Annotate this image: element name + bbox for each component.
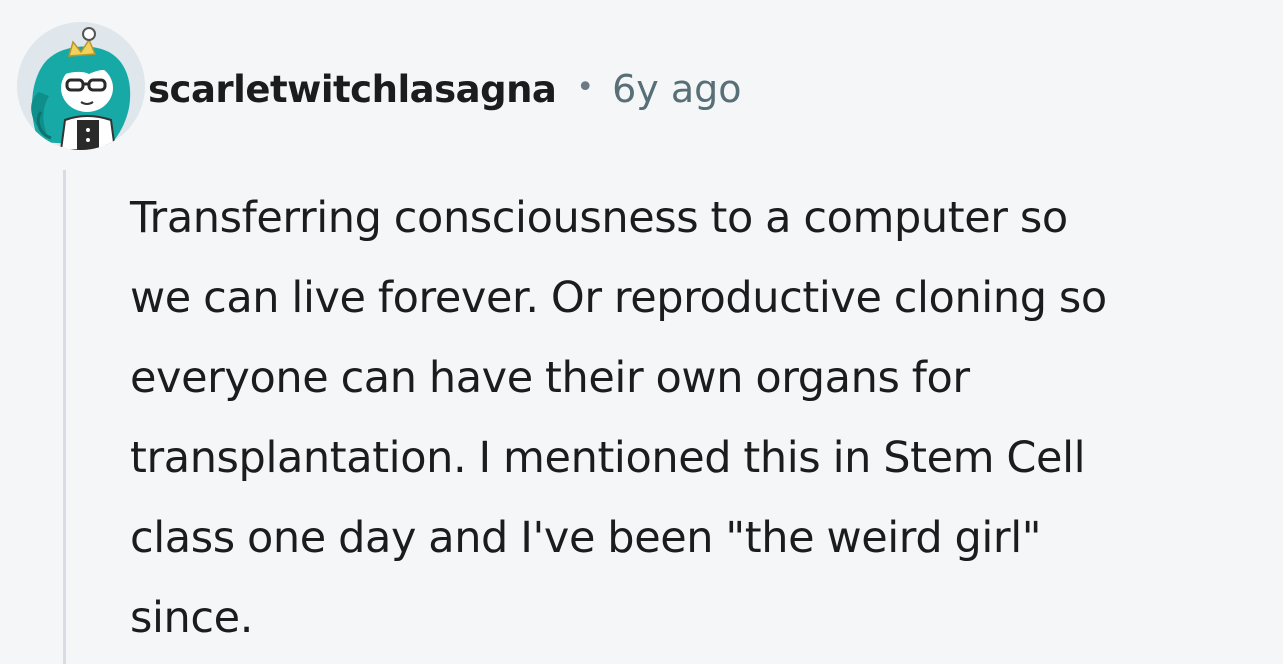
comment-body-line: class one day and I've been "the weird g… — [130, 513, 1042, 563]
comment-body: Transferring consciousness to a computer… — [130, 178, 1280, 658]
comment-body-line: since. — [130, 593, 253, 643]
username-link[interactable]: scarletwitchlasagna — [148, 68, 557, 111]
thread-collapse-line[interactable] — [63, 170, 66, 664]
comment-timestamp[interactable]: 6y ago — [612, 67, 741, 111]
comment-body-line: transplantation. I mentioned this in Ste… — [130, 433, 1086, 483]
comment-body-line: Transferring consciousness to a computer… — [130, 193, 1068, 243]
comment-body-line: we can live forever. Or reproductive clo… — [130, 273, 1107, 323]
meta-separator: • — [576, 69, 595, 105]
comment-header: scarletwitchlasagna • 6y ago — [148, 58, 742, 120]
comment: scarletwitchlasagna • 6y ago Transferrin… — [0, 0, 1283, 664]
user-avatar[interactable] — [17, 22, 145, 150]
comment-body-line: everyone can have their own organs for — [130, 353, 970, 403]
avatar-image — [17, 22, 145, 150]
